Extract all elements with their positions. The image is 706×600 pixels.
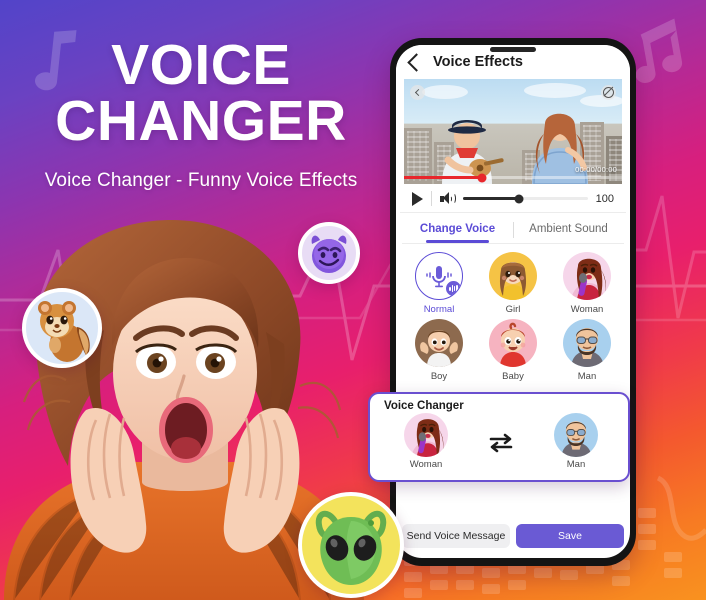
- woman-avatar: [404, 413, 448, 457]
- voice-grid: Normal Girl Woman Boy Baby Man: [396, 244, 630, 386]
- man-avatar: [554, 413, 598, 457]
- voice-label: Normal: [423, 304, 455, 315]
- phone-notch: [490, 47, 536, 52]
- voice-label: Boy: [430, 371, 448, 382]
- voice-label: Woman: [570, 304, 604, 315]
- voice-label: Girl: [505, 304, 521, 315]
- phone-mockup: Voice Effects 00:00/00:00 100 Change Voi…: [390, 38, 636, 566]
- volume-value: 100: [595, 192, 614, 205]
- baby-avatar: [489, 319, 537, 367]
- swap-arrows-icon[interactable]: [488, 432, 514, 452]
- voice-item-baby[interactable]: Baby: [476, 319, 550, 382]
- voice-changer-title: Voice Changer: [384, 400, 464, 412]
- send-voice-message-button[interactable]: Send Voice Message: [402, 524, 510, 548]
- poster-subtitle: Voice Changer - Funny Voice Effects: [44, 169, 358, 191]
- video-preview[interactable]: 00:00/00:00: [404, 79, 622, 184]
- tab-change-voice[interactable]: Change Voice: [402, 213, 513, 243]
- voice-item-normal[interactable]: Normal: [402, 252, 476, 315]
- back-chevron-icon[interactable]: [407, 52, 426, 72]
- action-buttons: Send Voice Message Save: [402, 524, 624, 548]
- video-person-man: [442, 120, 504, 184]
- volume-icon[interactable]: [440, 192, 456, 205]
- video-mute-button[interactable]: [601, 85, 616, 100]
- voice-changer-card: Voice Changer Woman Man: [368, 392, 630, 482]
- voice-changer-from[interactable]: Woman: [404, 413, 448, 470]
- play-icon[interactable]: [412, 191, 423, 206]
- normal-badge-icon: [446, 281, 461, 296]
- video-seekbar[interactable]: [404, 173, 622, 182]
- man-avatar: [563, 319, 611, 367]
- voice-label: Baby: [502, 371, 524, 382]
- controls-divider: [431, 191, 432, 206]
- chipmunk-emoji[interactable]: [22, 288, 102, 368]
- volume-slider[interactable]: [463, 194, 588, 203]
- girl-avatar: [489, 252, 537, 300]
- save-button[interactable]: Save: [516, 524, 624, 548]
- tab-ambient-sound[interactable]: Ambient Sound: [513, 213, 624, 243]
- voice-item-boy[interactable]: Boy: [402, 319, 476, 382]
- voice-item-woman[interactable]: Woman: [550, 252, 624, 315]
- boy-avatar: [415, 319, 463, 367]
- title-line-2: CHANGER: [55, 88, 347, 153]
- voice-item-man[interactable]: Man: [550, 319, 624, 382]
- video-prev-button[interactable]: [410, 85, 425, 100]
- poster-headline: VOICE CHANGER Voice Changer - Funny Voic…: [36, 33, 366, 192]
- voice-changer-to-label: Man: [566, 459, 586, 470]
- video-timestamp: 00:00/00:00: [575, 165, 617, 174]
- voice-item-girl[interactable]: Girl: [476, 252, 550, 315]
- title-line-1: VOICE: [111, 33, 291, 97]
- devil-emoji[interactable]: [298, 222, 360, 284]
- microphone-icon: [415, 252, 463, 300]
- alien-emoji[interactable]: [298, 492, 404, 598]
- woman-avatar: [563, 252, 611, 300]
- voice-label: Man: [577, 371, 597, 382]
- tab-bar: Change Voice Ambient Sound: [402, 213, 624, 243]
- player-controls: 100: [400, 184, 626, 213]
- page-title: Voice Effects: [433, 54, 523, 70]
- voice-changer-to[interactable]: Man: [554, 413, 598, 470]
- voice-changer-from-label: Woman: [409, 459, 443, 470]
